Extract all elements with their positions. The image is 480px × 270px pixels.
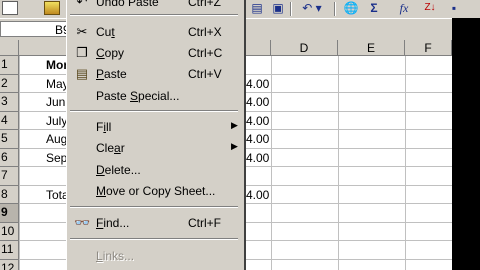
name-box[interactable]: B9 (0, 21, 72, 37)
paste-clipboard-icon: ▤ (75, 66, 89, 81)
submenu-arrow-icon: ▶ (231, 120, 238, 130)
context-menu: ↶ Undo Paste Ctrl+Z ✂ Cut Ctrl+X ❐ Copy … (66, 0, 246, 270)
row-header[interactable]: 11 (0, 241, 19, 260)
copy-icon: ❐ (76, 45, 88, 60)
paste-icon[interactable]: ▤ (247, 0, 267, 16)
undo-icon: ↶ (76, 0, 88, 9)
sort-descending-icon[interactable]: Z↓ (418, 0, 442, 16)
column-header-f[interactable]: F (405, 40, 452, 56)
cell-value[interactable]: 4.00 (246, 130, 270, 148)
toolbar-more-icon[interactable]: ▪ (446, 0, 462, 16)
open-folder-icon[interactable] (44, 1, 60, 15)
grid-line (338, 56, 339, 270)
menu-item-cut[interactable]: ✂ Cut Ctrl+X (67, 22, 243, 42)
column-header-d[interactable]: D (271, 40, 338, 56)
grid-line (19, 56, 20, 270)
row-header[interactable]: 12 (0, 259, 19, 270)
row-header[interactable]: 2 (0, 74, 19, 93)
row-header[interactable]: 9 (0, 204, 19, 223)
cell-value[interactable]: 4.00 (246, 112, 270, 130)
window-edge (452, 18, 480, 270)
menu-item-copy[interactable]: ❐ Copy Ctrl+C (67, 43, 243, 63)
submenu-arrow-icon: ▶ (231, 141, 238, 151)
row-header[interactable]: 4 (0, 111, 19, 130)
undo-icon[interactable]: ↶ ▾ (296, 0, 328, 16)
row-header[interactable]: 1 (0, 56, 19, 75)
row-header[interactable]: 8 (0, 185, 19, 204)
row-header[interactable]: 5 (0, 130, 19, 149)
cell-value[interactable]: 4.00 (246, 149, 270, 167)
format-painter-icon[interactable]: ▣ (268, 0, 288, 16)
row-header[interactable]: 10 (0, 222, 19, 241)
select-all-corner[interactable] (0, 40, 19, 56)
row-header[interactable]: 3 (0, 93, 19, 112)
menu-item-find[interactable]: 👓 Find... Ctrl+F (67, 213, 243, 233)
cell-value[interactable]: 4.00 (246, 93, 270, 111)
scissors-icon: ✂ (76, 24, 88, 39)
grid-line (271, 56, 272, 270)
menu-item-delete[interactable]: Delete... (67, 160, 243, 180)
menu-item-move-or-copy-sheet[interactable]: Move or Copy Sheet... (67, 181, 243, 201)
menu-item-clear[interactable]: Clear ▶ (67, 138, 243, 158)
menu-item-paste[interactable]: ▤ Paste Ctrl+V (67, 64, 243, 84)
menu-item-undo[interactable]: ↶ Undo Paste Ctrl+Z (67, 0, 243, 12)
binoculars-icon: 👓 (74, 215, 91, 230)
menu-item-paste-special[interactable]: Paste Special... (67, 86, 243, 106)
new-workbook-icon[interactable] (2, 1, 18, 15)
paste-function-icon[interactable]: fx (392, 0, 416, 16)
menu-item-fill[interactable]: Fill ▶ (67, 117, 243, 137)
cell-value[interactable]: 4.00 (246, 75, 270, 93)
grid-line (405, 56, 406, 270)
row-header[interactable]: 7 (0, 167, 19, 186)
menu-item-links: Links... (96, 249, 135, 263)
cell-value[interactable]: 4.00 (246, 186, 270, 204)
hyperlink-icon[interactable]: 🌐 (341, 0, 361, 16)
column-header-e[interactable]: E (338, 40, 405, 56)
autosum-icon[interactable]: Σ (364, 0, 384, 16)
row-header[interactable]: 6 (0, 148, 19, 167)
